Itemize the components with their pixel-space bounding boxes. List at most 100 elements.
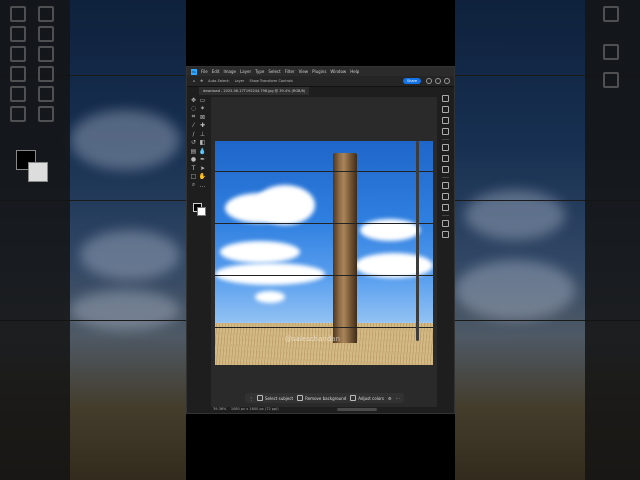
adjust-colors-icon — [350, 395, 357, 401]
blur-tool-icon[interactable]: 💧 — [199, 148, 206, 155]
document-image[interactable]: @saleschandan — [215, 141, 433, 365]
menu-view[interactable]: View — [299, 69, 309, 74]
transform-controls-checkbox[interactable]: Show Transform Controls — [249, 79, 293, 83]
remove-background-label: Remove background — [305, 395, 347, 401]
menu-layer[interactable]: Layer — [240, 69, 251, 74]
right-panel-icons — [440, 95, 450, 265]
document-dimensions[interactable]: 1080 px x 1600 px (72 ppi) — [231, 407, 279, 411]
adjustments-panel-icon[interactable] — [441, 155, 449, 162]
eraser-tool-icon[interactable]: ◧ — [199, 139, 206, 146]
horizontal-scrollbar[interactable] — [337, 408, 377, 411]
pen-tool-icon[interactable]: ✒ — [199, 156, 206, 163]
stamp-tool-icon[interactable]: ⊥ — [199, 131, 206, 138]
layers-panel-icon[interactable] — [441, 182, 449, 189]
zoom-level[interactable]: 39.36% — [213, 407, 226, 411]
menu-type[interactable]: Type — [255, 69, 264, 74]
zoom-tool-icon — [38, 46, 54, 62]
taskbar-handle-icon[interactable]: ⋮ — [249, 396, 253, 401]
panel-icon — [603, 6, 619, 22]
barbed-wire — [215, 223, 433, 224]
move-tool-icon[interactable]: ✥ — [200, 79, 203, 83]
photoshop-window: Ps File Edit Image Layer Type Select Fil… — [186, 66, 455, 414]
cloud — [215, 263, 325, 285]
menu-image[interactable]: Image — [223, 69, 236, 74]
gear-icon[interactable] — [435, 78, 441, 84]
person-icon — [257, 395, 263, 401]
dodge-tool-icon[interactable]: ● — [190, 156, 197, 163]
crop-tool-icon[interactable]: ⌗ — [190, 113, 197, 120]
heal-brush-icon[interactable]: ✚ — [199, 122, 206, 129]
type-tool-icon — [38, 66, 54, 82]
canvas-area[interactable]: @saleschandan ⋮ Select subject Remove ba… — [211, 97, 437, 407]
adjust-colors-button[interactable]: Adjust colors — [350, 395, 384, 401]
path-select-icon[interactable]: ➤ — [199, 165, 206, 172]
move-tool-icon — [10, 6, 26, 22]
hand-tool-icon — [10, 106, 26, 122]
color-panel-icon[interactable] — [441, 95, 449, 102]
background-swatch-ghost — [28, 162, 48, 182]
options-bar: ⌂ ✥ Auto-Select: Layer Show Transform Co… — [187, 76, 454, 87]
options-icons — [426, 78, 450, 84]
remove-background-button[interactable]: Remove background — [297, 395, 346, 401]
brush-tool-icon[interactable]: ∕ — [190, 131, 197, 138]
menu-file[interactable]: File — [201, 69, 208, 74]
gradients-panel-icon[interactable] — [441, 117, 449, 124]
background-cloud — [465, 190, 565, 240]
menu-select[interactable]: Select — [268, 69, 280, 74]
menu-plugins[interactable]: Plugins — [312, 69, 326, 74]
patterns-panel-icon[interactable] — [441, 128, 449, 135]
menu-filter[interactable]: Filter — [285, 69, 295, 74]
actions-panel-icon[interactable] — [441, 231, 449, 238]
background-color-swatch[interactable] — [197, 207, 206, 216]
barbed-wire — [215, 171, 433, 172]
select-subject-label: Select subject — [265, 395, 294, 401]
swatches-panel-icon[interactable] — [441, 106, 449, 113]
crop-tool-icon — [10, 46, 26, 62]
menu-help[interactable]: Help — [350, 69, 359, 74]
frame-tool-icon[interactable]: ⊠ — [199, 114, 206, 121]
auto-select-dropdown[interactable]: Layer — [235, 79, 245, 83]
properties-panel-icon[interactable] — [441, 144, 449, 151]
cloud — [255, 185, 315, 225]
zoom-tool-icon[interactable]: ⌕ — [190, 181, 197, 188]
background-cloud — [80, 230, 180, 280]
home-icon[interactable]: ⌂ — [193, 79, 195, 83]
workspace-icon[interactable] — [444, 78, 450, 84]
hand-tool-icon[interactable]: ✋ — [199, 173, 206, 180]
menu-edit[interactable]: Edit — [212, 69, 220, 74]
panel-divider — [441, 177, 449, 178]
history-brush-icon[interactable]: ↺ — [190, 139, 197, 146]
move-tool-icon[interactable]: ✥ — [190, 97, 197, 104]
background-right-blur — [455, 0, 640, 480]
eyedropper-icon[interactable]: ⁄ — [190, 122, 197, 129]
type-tool-icon[interactable]: T — [190, 165, 197, 172]
shape-tool-icon[interactable]: □ — [190, 173, 197, 180]
heal-tool-icon — [38, 26, 54, 42]
vertical-scrollbar[interactable] — [416, 141, 419, 341]
grass-field — [215, 323, 433, 365]
menu-bar: Ps File Edit Image Layer Type Select Fil… — [187, 67, 454, 76]
select-tool-icon — [10, 86, 26, 102]
panel-divider — [441, 215, 449, 216]
pen-tool-icon — [10, 66, 26, 82]
taskbar-more-icon[interactable]: ⋯ — [396, 396, 400, 401]
artboard-tool-icon[interactable]: ▭ — [199, 97, 206, 104]
comment-icon — [603, 72, 619, 88]
paths-panel-icon[interactable] — [441, 204, 449, 211]
gradient-tool-icon[interactable]: ▤ — [190, 148, 197, 155]
auto-select-label[interactable]: Auto-Select: — [208, 79, 229, 83]
magic-wand-icon[interactable]: ✶ — [199, 105, 206, 112]
watermark-text: @saleschandan — [285, 335, 341, 343]
libraries-panel-icon[interactable] — [441, 166, 449, 173]
history-panel-icon[interactable] — [441, 220, 449, 227]
document-tab[interactable]: download - 2025-06-17T195244.798.jpg @ 3… — [199, 87, 310, 95]
lasso-tool-icon[interactable]: ◌ — [190, 105, 197, 112]
select-subject-button[interactable]: Select subject — [257, 395, 293, 401]
channels-panel-icon[interactable] — [441, 193, 449, 200]
menu-window[interactable]: Window — [330, 69, 346, 74]
share-button[interactable]: Share — [402, 78, 421, 84]
taskbar-settings-icon[interactable]: ⚙ — [388, 396, 392, 401]
search-icon[interactable] — [426, 78, 432, 84]
background-left-blur — [0, 0, 186, 480]
more-tools-icon[interactable]: … — [199, 182, 206, 189]
